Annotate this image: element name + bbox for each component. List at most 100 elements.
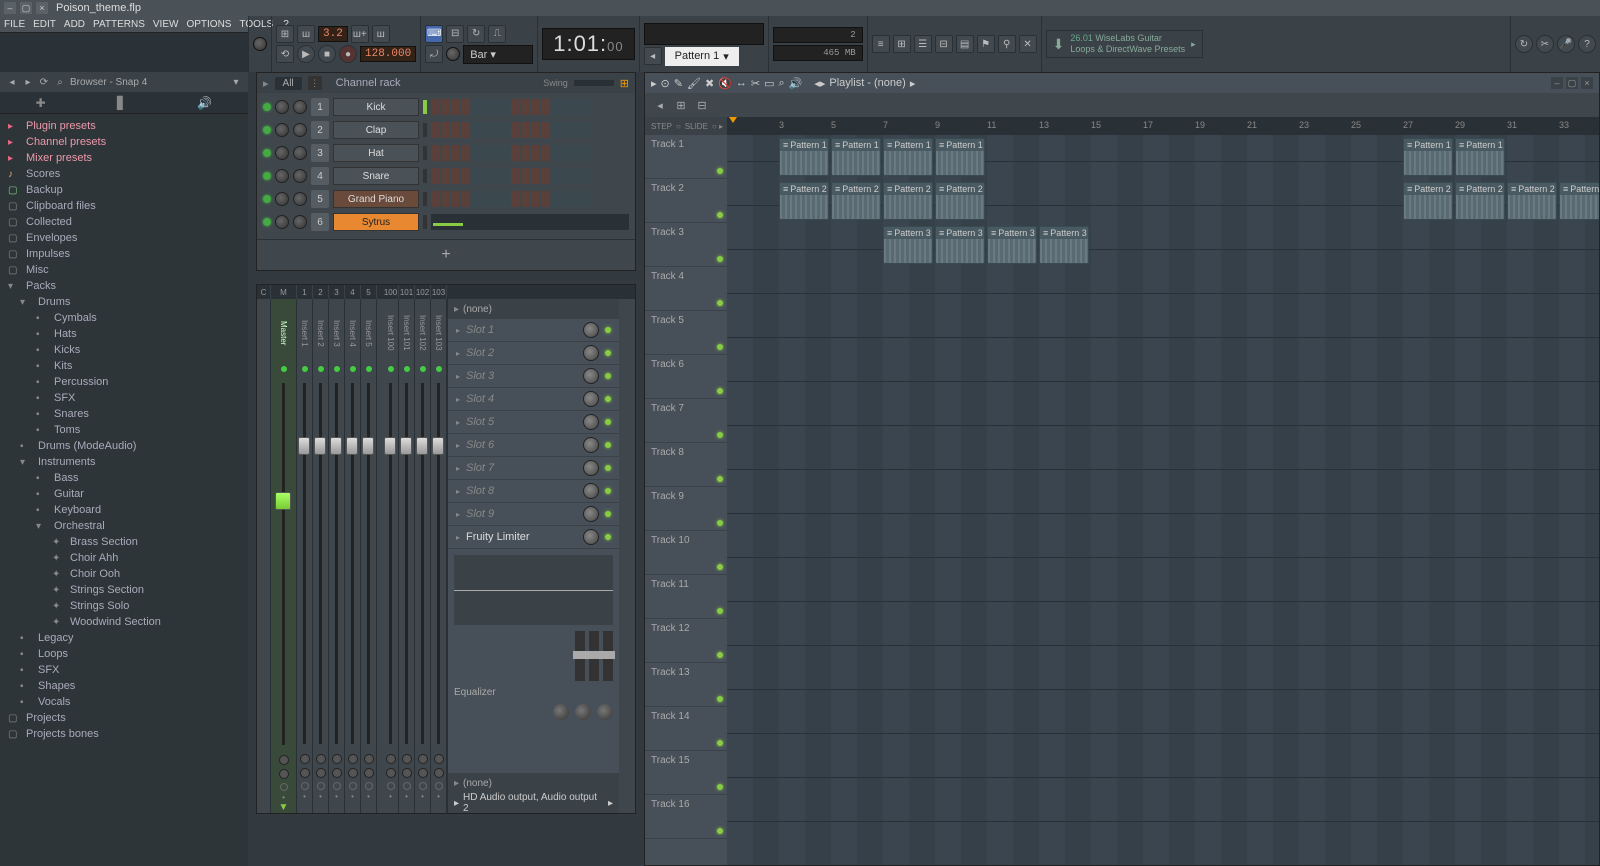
menu-view[interactable]: VIEW <box>149 19 183 30</box>
midi-settings-icon[interactable]: 🎤 <box>1557 35 1575 53</box>
overdub-icon[interactable]: ↻ <box>467 25 485 43</box>
step-button[interactable] <box>461 168 470 184</box>
channel-select[interactable] <box>423 123 427 137</box>
track-header[interactable]: Track 1 <box>645 135 727 179</box>
mixer-fader[interactable] <box>367 383 370 744</box>
tree-item[interactable]: ▪Legacy <box>0 630 248 646</box>
channel-pan-knob[interactable] <box>275 215 289 229</box>
step-button[interactable] <box>501 122 510 138</box>
step-button[interactable] <box>441 191 450 207</box>
pattern-selector[interactable]: Pattern 1 ▾ <box>665 47 739 66</box>
playlist-ruler[interactable]: 3579111315171921232527293133353739414345… <box>727 117 1599 135</box>
tree-item[interactable]: ▪Keyboard <box>0 502 248 518</box>
step-button[interactable] <box>461 191 470 207</box>
mixer-enable-led[interactable] <box>318 366 324 372</box>
step-button[interactable] <box>551 99 560 115</box>
one-click-icon[interactable]: ✂ <box>1536 35 1554 53</box>
step-button[interactable] <box>511 168 520 184</box>
step-button[interactable] <box>451 191 460 207</box>
step-button[interactable] <box>571 145 580 161</box>
tree-item[interactable]: ▾Packs <box>0 278 248 294</box>
tree-item[interactable]: ▪Kicks <box>0 342 248 358</box>
mixer-arm-button[interactable] <box>317 782 325 790</box>
step-button[interactable] <box>441 168 450 184</box>
track-mute-led[interactable] <box>717 652 723 658</box>
tempo-tapper-icon[interactable]: ⚲ <box>998 35 1016 53</box>
step-button[interactable] <box>431 99 440 115</box>
track-mute-led[interactable] <box>717 388 723 394</box>
fx-output-select[interactable]: ▸HD Audio output, Audio output 2▸ <box>448 793 619 813</box>
pl-tool-draw-icon[interactable]: ✎ <box>674 77 683 90</box>
mixer-insert-strip[interactable]: Insert 2• <box>313 299 329 813</box>
tree-item[interactable]: ▪Cymbals <box>0 310 248 326</box>
step-button[interactable] <box>531 145 540 161</box>
menu-edit[interactable]: EDIT <box>29 19 60 30</box>
track-mute-led[interactable] <box>717 476 723 482</box>
fx-mix-knob[interactable] <box>583 437 599 453</box>
fx-enable-led[interactable] <box>605 373 611 379</box>
fx-slot[interactable]: ▸Slot 6 <box>448 434 619 457</box>
tree-item[interactable]: ▪Hats <box>0 326 248 342</box>
pattern-clip[interactable]: ≡Pattern 3 <box>935 226 985 264</box>
tree-item[interactable]: ▪SFX <box>0 390 248 406</box>
cr-play-icon[interactable]: ▸ <box>263 77 269 90</box>
fx-slot[interactable]: ▸Slot 2 <box>448 342 619 365</box>
mixer-fader[interactable] <box>282 383 285 745</box>
browser-reread-icon[interactable]: ⟳ <box>38 77 50 88</box>
step-button[interactable] <box>451 99 460 115</box>
track-header[interactable]: Track 12 <box>645 619 727 663</box>
playlist-grid[interactable]: ≡Pattern 1≡Pattern 1≡Pattern 1≡Pattern 1… <box>727 135 1599 865</box>
pattern-clip[interactable]: ≡Pattern 3 <box>987 226 1037 264</box>
browser-search-icon[interactable]: ⌕ <box>54 77 66 88</box>
step-button[interactable] <box>431 168 440 184</box>
mixer-enable-led[interactable] <box>388 366 394 372</box>
step-button[interactable] <box>521 122 530 138</box>
mixer-enable-led[interactable] <box>404 366 410 372</box>
step-button[interactable] <box>521 145 530 161</box>
mini-pianoroll[interactable] <box>431 214 629 230</box>
step-button[interactable] <box>491 191 500 207</box>
tree-item[interactable]: ▾Drums <box>0 294 248 310</box>
channel-pan-knob[interactable] <box>275 146 289 160</box>
channel-select[interactable] <box>423 215 427 229</box>
mixer-enable-led[interactable] <box>436 366 442 372</box>
tree-item[interactable]: ▢Envelopes <box>0 230 248 246</box>
pl-menu-icon[interactable]: ▸ <box>651 77 657 90</box>
loop-rec-icon[interactable]: ⤾ <box>425 45 443 63</box>
track-header[interactable]: Track 11 <box>645 575 727 619</box>
browser-add-icon[interactable]: ✚ <box>36 96 46 110</box>
mixer-fader[interactable] <box>389 383 392 744</box>
step-button[interactable] <box>491 145 500 161</box>
eq-knob-2[interactable] <box>575 704 591 720</box>
mixer-stereo-knob[interactable] <box>332 768 342 778</box>
track-mute-led[interactable] <box>717 432 723 438</box>
step-button[interactable] <box>481 99 490 115</box>
tree-item[interactable]: ▪Percussion <box>0 374 248 390</box>
track-mute-led[interactable] <box>717 168 723 174</box>
mixer-stereo-knob[interactable] <box>364 768 374 778</box>
step-button[interactable] <box>471 145 480 161</box>
channel-pan-knob[interactable] <box>275 169 289 183</box>
mixer-arm-button[interactable] <box>387 782 395 790</box>
tree-item[interactable]: ▸Channel presets <box>0 134 248 150</box>
step-button[interactable] <box>561 122 570 138</box>
swing-slider[interactable] <box>574 80 614 86</box>
mixer-master-strip[interactable]: Master•▼ <box>271 299 297 813</box>
channel-vol-knob[interactable] <box>293 169 307 183</box>
help-icon[interactable]: ? <box>1578 35 1596 53</box>
mixer-pan-knob[interactable] <box>418 754 428 764</box>
step-button[interactable] <box>571 191 580 207</box>
mixer-header-cell[interactable]: 3 <box>329 285 345 299</box>
channel-number[interactable]: 3 <box>311 144 329 162</box>
channel-vol-knob[interactable] <box>293 215 307 229</box>
mixer-arm-button[interactable] <box>333 782 341 790</box>
fx-enable-led[interactable] <box>605 327 611 333</box>
mixer-header-cell[interactable]: C <box>257 285 271 299</box>
channel-mute-led[interactable] <box>263 172 271 180</box>
browser-tree[interactable]: ▸Plugin presets▸Channel presets▸Mixer pr… <box>0 114 248 866</box>
tree-item[interactable]: ▢Projects <box>0 710 248 726</box>
pl-live-icon[interactable]: ◂ <box>651 96 669 114</box>
tree-item[interactable]: ▢Impulses <box>0 246 248 262</box>
eq-slider-2[interactable] <box>589 631 599 681</box>
step-button[interactable] <box>501 145 510 161</box>
